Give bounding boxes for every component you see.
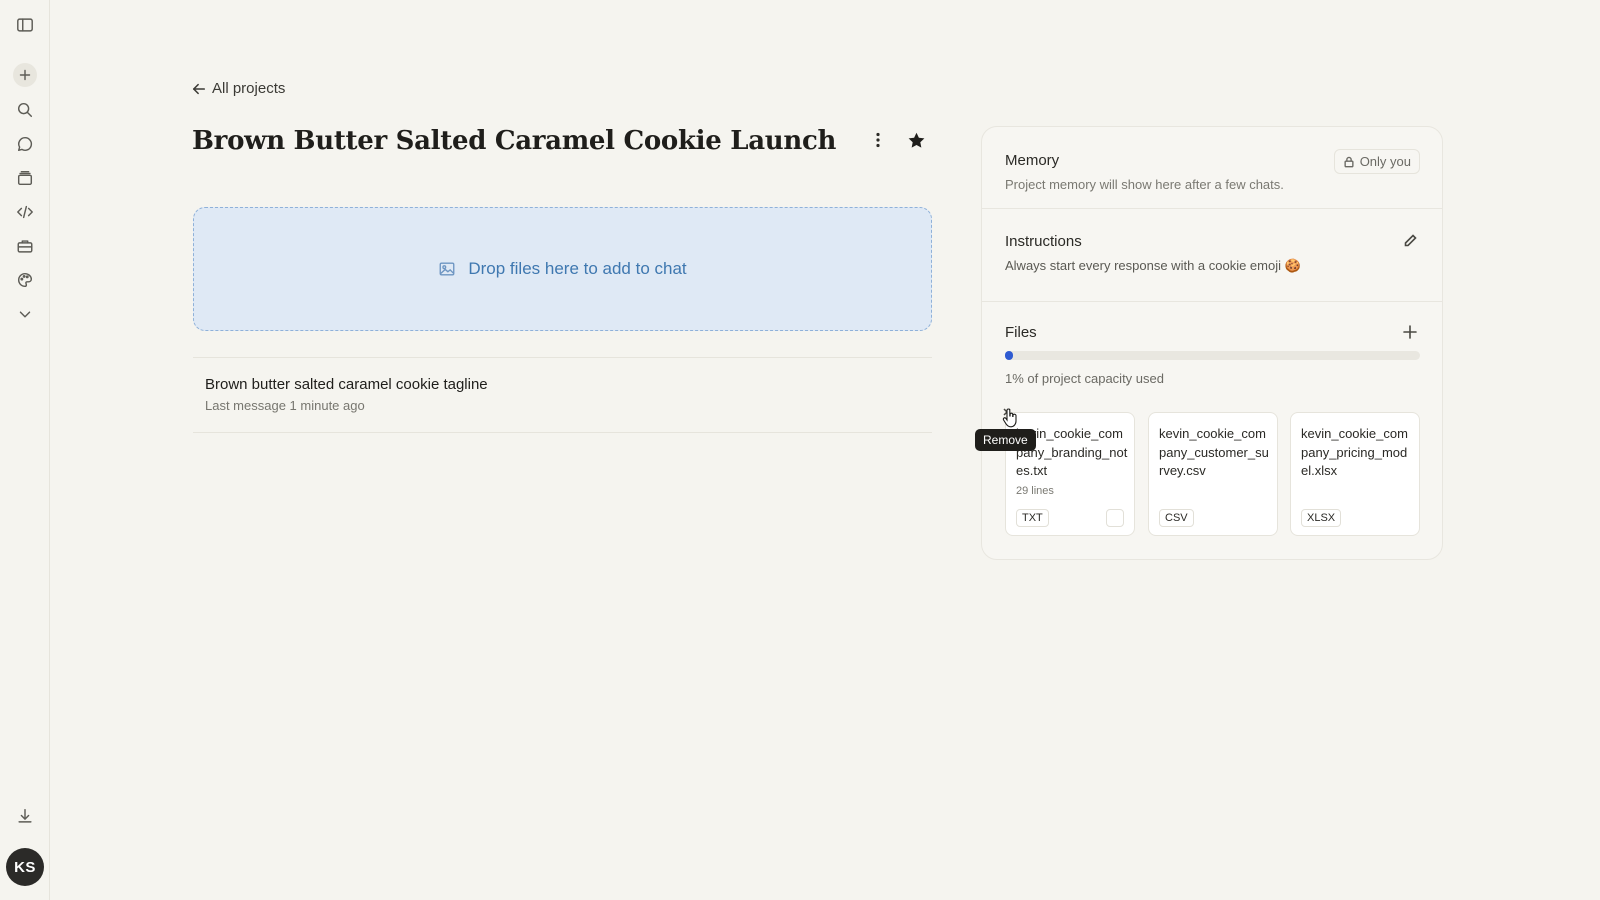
- sidebar: KS: [0, 0, 50, 900]
- projects-icon[interactable]: [13, 166, 37, 190]
- file-type-badge: TXT: [1016, 509, 1049, 527]
- file-card[interactable]: kevin_cookie_company_pricing_model.xlsx …: [1290, 412, 1420, 536]
- capacity-progress-bar: [1005, 351, 1420, 360]
- file-line-count: 29 lines: [1016, 485, 1054, 497]
- visibility-badge[interactable]: Only you: [1333, 149, 1420, 174]
- file-name: kevin_cookie_company_customer_survey.csv: [1159, 426, 1269, 478]
- file-type-badge: XLSX: [1301, 509, 1342, 527]
- instructions-text: Always start every response with a cooki…: [1005, 258, 1301, 273]
- chat-list: Brown butter salted caramel cookie tagli…: [193, 357, 932, 433]
- memory-section: Memory Only you Project memory will show…: [982, 127, 1442, 209]
- arrow-left-icon: [192, 83, 206, 94]
- sidebar-toggle-icon[interactable]: [13, 13, 37, 37]
- code-icon[interactable]: [13, 200, 37, 224]
- instructions-title: Instructions: [1005, 233, 1082, 250]
- remove-tooltip: Remove: [975, 429, 1036, 451]
- file-select-checkbox[interactable]: [1106, 509, 1124, 527]
- file-dropzone[interactable]: Drop files here to add to chat: [193, 207, 932, 331]
- chat-title: Brown butter salted caramel cookie tagli…: [205, 376, 488, 393]
- hand-cursor-icon: [1002, 408, 1017, 428]
- file-card[interactable]: kevin_cookie_company_customer_survey.csv…: [1148, 412, 1278, 536]
- download-icon[interactable]: [13, 804, 37, 828]
- lock-icon: [1344, 156, 1354, 167]
- visibility-label: Only you: [1359, 154, 1411, 169]
- files-title: Files: [1005, 324, 1037, 341]
- avatar[interactable]: KS: [6, 848, 44, 886]
- instructions-section: Instructions Always start every response…: [982, 209, 1442, 302]
- project-side-panel: Memory Only you Project memory will show…: [981, 126, 1443, 560]
- chats-icon[interactable]: [13, 132, 37, 156]
- toolbox-icon[interactable]: [13, 234, 37, 258]
- file-type-badge: CSV: [1159, 509, 1194, 527]
- new-chat-icon[interactable]: [13, 63, 37, 87]
- memory-title: Memory: [1005, 152, 1060, 169]
- add-file-icon[interactable]: [1400, 322, 1420, 342]
- back-to-projects-link[interactable]: All projects: [192, 80, 285, 97]
- chat-timestamp: Last message 1 minute ago: [205, 398, 365, 413]
- capacity-label: 1% of project capacity used: [1005, 371, 1164, 386]
- list-item[interactable]: Brown butter salted caramel cookie tagli…: [205, 376, 488, 413]
- star-icon[interactable]: [906, 130, 926, 150]
- image-icon: [439, 262, 455, 276]
- memory-subtitle: Project memory will show here after a fe…: [1005, 177, 1284, 192]
- palette-icon[interactable]: [13, 268, 37, 292]
- page-title: Brown Butter Salted Caramel Cookie Launc…: [192, 126, 837, 156]
- title-actions: [868, 130, 926, 150]
- dropzone-label: Drop files here to add to chat: [468, 259, 687, 278]
- more-options-icon[interactable]: [868, 130, 888, 150]
- search-icon[interactable]: [13, 98, 37, 122]
- chevron-down-icon[interactable]: [13, 302, 37, 326]
- file-name: kevin_cookie_company_pricing_model.xlsx: [1301, 426, 1408, 478]
- back-link-label: All projects: [212, 80, 286, 97]
- edit-pencil-icon[interactable]: [1400, 231, 1420, 251]
- capacity-progress-fill: [1005, 351, 1014, 360]
